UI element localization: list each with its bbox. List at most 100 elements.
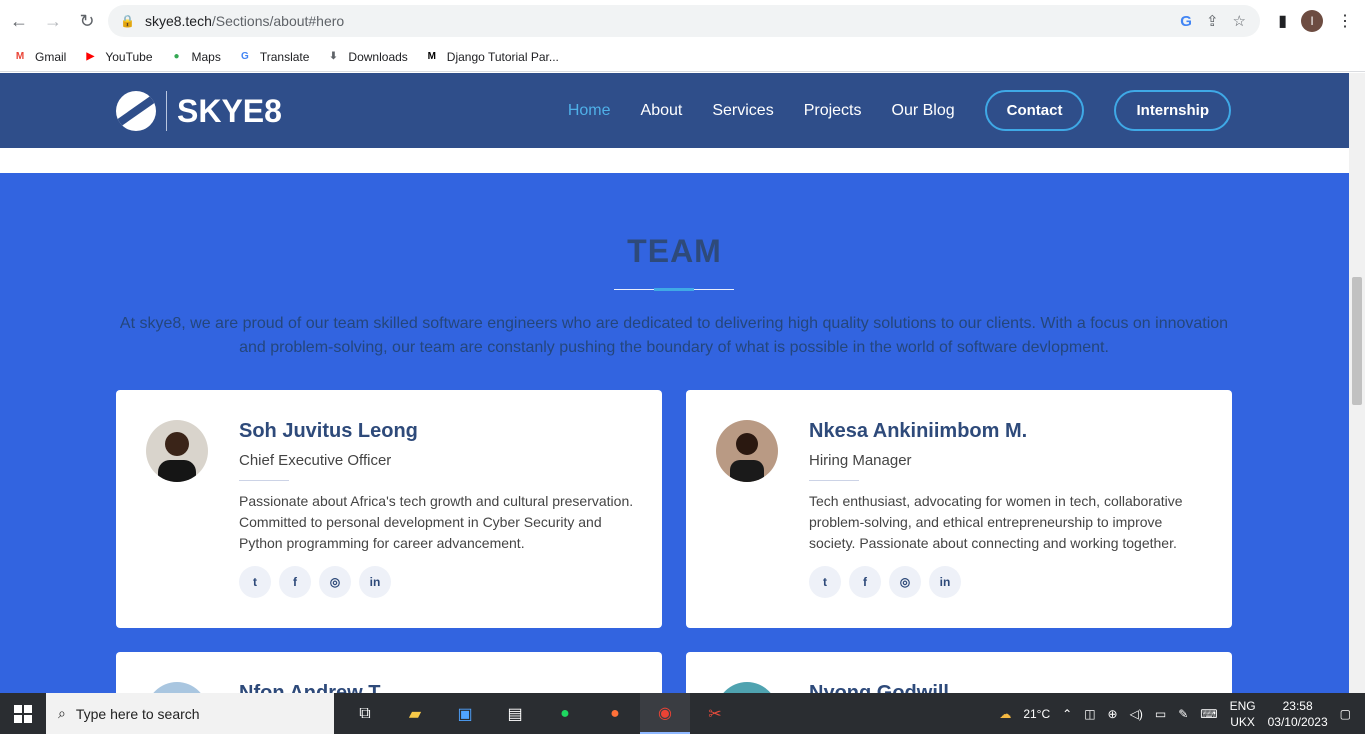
windows-start-icon[interactable] — [0, 693, 46, 734]
weather-temp[interactable]: 21°C — [1023, 707, 1050, 721]
forward-arrow-icon[interactable]: → — [38, 6, 68, 36]
member-role: Hiring Manager — [809, 452, 912, 469]
taskbar-search-placeholder: Type here to search — [75, 705, 200, 722]
member-divider — [809, 480, 859, 481]
bookmark-label: Translate — [259, 49, 310, 64]
volume-icon[interactable]: ◁) — [1130, 707, 1143, 721]
pen-icon[interactable]: ✎ — [1178, 707, 1188, 721]
maps-icon: ● — [173, 51, 180, 62]
scroll-thumb[interactable] — [1352, 277, 1362, 405]
title-underline-accent — [654, 288, 694, 291]
bookmark-label: Django Tutorial Par... — [446, 49, 559, 64]
logo-text: SKYE8 — [177, 92, 282, 129]
store-icon[interactable]: ▣ — [440, 693, 490, 734]
django-icon: M — [427, 51, 436, 62]
reload-icon[interactable]: ↻ — [72, 6, 102, 36]
member-photo — [146, 420, 208, 482]
site-logo[interactable]: SKYE8 — [116, 91, 282, 131]
section-title: TEAM — [627, 233, 722, 269]
snipping-tool-icon[interactable]: ✂ — [690, 693, 740, 734]
member-description: Passionate about Africa's tech growth an… — [239, 493, 634, 551]
team-card: Nkesa Ankiniimbom M. Hiring Manager Tech… — [686, 390, 1232, 628]
linkedin-icon[interactable]: in — [929, 566, 961, 598]
instagram-icon[interactable]: ◎ — [319, 566, 351, 598]
bookmark-item[interactable]: G Translate — [237, 49, 310, 64]
clock[interactable]: 23:58 03/10/2023 — [1268, 698, 1328, 730]
clock-date: 03/10/2023 — [1267, 714, 1328, 729]
web-page: SKYE8 Home About Services Projects Our B… — [0, 73, 1349, 693]
url-host: skye8.tech — [144, 13, 212, 29]
battery-icon[interactable]: ▭ — [1155, 707, 1166, 721]
team-intro: At skye8, we are proud of our team skill… — [119, 315, 1229, 356]
language-indicator[interactable]: ENG UKX — [1230, 698, 1256, 730]
gmail-icon: M — [15, 51, 25, 62]
menu-dots-icon[interactable]: ⋮ — [1337, 11, 1353, 31]
notifications-icon[interactable]: ▢ — [1340, 707, 1351, 721]
clock-time: 23:58 — [1282, 698, 1313, 713]
team-section: TEAM At skye8, we are proud of our team … — [0, 173, 1349, 693]
google-lens-icon[interactable]: G — [1180, 13, 1192, 30]
task-view-icon[interactable]: ⧉ — [340, 693, 390, 734]
bookmark-item[interactable]: M Django Tutorial Par... — [424, 50, 559, 64]
page-scrollbar[interactable] — [1349, 73, 1365, 693]
url-path: /Sections/about#hero — [211, 13, 345, 29]
network-icon[interactable]: ⊕ — [1108, 707, 1118, 721]
lang-code: ENG — [1229, 698, 1256, 713]
member-photo — [716, 682, 778, 693]
spotify-icon[interactable]: ● — [540, 693, 590, 734]
nav-services[interactable]: Services — [712, 102, 773, 120]
bookmarks-bar: M Gmail ▶ YouTube ● Maps G Translate ⬇ Downloads M… — [0, 42, 1365, 72]
member-name: Nkesa Ankiniimbom M. — [809, 420, 1028, 442]
bookmark-label: YouTube — [105, 49, 153, 64]
lock-icon: 🔒 — [120, 14, 135, 28]
system-tray: ☁ 21°C ⌃ ◫ ⊕ ◁) ▭ ✎ ⌨ ENG UKX 23:58 03/1… — [999, 693, 1365, 734]
bookmark-item[interactable]: M Gmail — [12, 50, 67, 64]
team-card: Nyong Godwill — [686, 652, 1232, 693]
twitter-icon[interactable]: t — [809, 566, 841, 598]
member-socials: t f ◎ in — [809, 566, 961, 598]
bookmark-item[interactable]: ▶ YouTube — [82, 50, 152, 64]
team-card: Soh Juvitus Leong Chief Executive Office… — [116, 390, 662, 628]
nav-blog[interactable]: Our Blog — [892, 102, 955, 120]
youtube-icon: ▶ — [86, 51, 95, 62]
weather-icon[interactable]: ☁ — [999, 707, 1011, 721]
file-explorer-icon[interactable]: ▰ — [390, 693, 440, 734]
search-icon: ⌕ — [58, 705, 66, 721]
bookmark-label: Maps — [191, 49, 221, 64]
touch-keyboard-icon[interactable]: ⌨ — [1200, 707, 1217, 721]
member-photo — [716, 420, 778, 482]
download-icon: ⬇ — [329, 51, 338, 62]
member-name: Soh Juvitus Leong — [239, 420, 418, 442]
profile-avatar[interactable]: I — [1301, 10, 1323, 32]
terminal-icon[interactable]: ▤ — [490, 693, 540, 734]
back-arrow-icon[interactable]: ← — [4, 6, 34, 36]
member-description: Tech enthusiast, advocating for women in… — [809, 493, 1183, 551]
nav-about[interactable]: About — [641, 102, 683, 120]
meet-icon[interactable]: ◫ — [1084, 707, 1095, 721]
firefox-icon[interactable]: ● — [590, 693, 640, 734]
facebook-icon[interactable]: f — [849, 566, 881, 598]
windows-taskbar: ⌕ Type here to search ⧉ ▰ ▣ ▤ ● ● ◉ ✂ ☁ … — [0, 693, 1365, 734]
address-bar[interactable]: 🔒 skye8.tech/Sections/about#hero G ⇪ ☆ — [108, 5, 1260, 37]
chevron-up-icon[interactable]: ⌃ — [1062, 707, 1072, 721]
internship-button[interactable]: Internship — [1114, 90, 1231, 131]
side-panel-icon[interactable]: ▮ — [1278, 11, 1287, 31]
keyboard-layout: UKX — [1230, 714, 1255, 729]
taskbar-apps: ⧉ ▰ ▣ ▤ ● ● ◉ ✂ — [340, 693, 740, 734]
linkedin-icon[interactable]: in — [359, 566, 391, 598]
bookmark-item[interactable]: ● Maps — [169, 49, 221, 64]
translate-icon: G — [240, 51, 249, 62]
bookmark-star-icon[interactable]: ☆ — [1233, 12, 1246, 30]
nav-projects[interactable]: Projects — [804, 102, 862, 120]
site-header: SKYE8 Home About Services Projects Our B… — [0, 73, 1349, 148]
share-icon[interactable]: ⇪ — [1206, 12, 1219, 30]
main-nav: Home About Services Projects Our Blog Co… — [568, 90, 1231, 131]
taskbar-search[interactable]: ⌕ Type here to search — [46, 693, 334, 734]
facebook-icon[interactable]: f — [279, 566, 311, 598]
chrome-icon[interactable]: ◉ — [640, 693, 690, 734]
nav-home[interactable]: Home — [568, 102, 611, 120]
instagram-icon[interactable]: ◎ — [889, 566, 921, 598]
bookmark-item[interactable]: ⬇ Downloads — [325, 50, 408, 64]
contact-button[interactable]: Contact — [984, 90, 1085, 131]
twitter-icon[interactable]: t — [239, 566, 271, 598]
